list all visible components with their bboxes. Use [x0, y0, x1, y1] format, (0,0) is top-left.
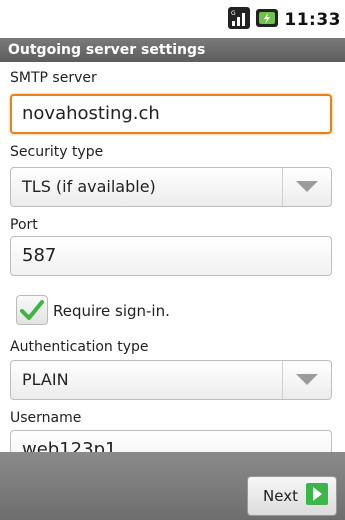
svg-text:G: G	[231, 10, 236, 17]
chevron-down-icon	[296, 181, 318, 192]
security-type-value: TLS (if available)	[22, 177, 156, 196]
checkmark-icon	[20, 300, 44, 320]
require-signin-label[interactable]: Require sign-in.	[53, 302, 170, 320]
smtp-server-input[interactable]: novahosting.ch	[10, 94, 332, 134]
security-type-label: Security type	[10, 144, 104, 160]
smtp-server-label: SMTP server	[10, 70, 97, 86]
next-icon	[306, 483, 328, 509]
security-type-dropdown[interactable]	[282, 168, 331, 206]
signal-icon: G	[228, 7, 251, 33]
status-bar: G 11:33	[0, 0, 345, 38]
status-icons: G 11:33	[228, 7, 341, 33]
authentication-type-value: PLAIN	[22, 370, 69, 389]
next-button[interactable]: Next	[247, 476, 337, 516]
settings-form[interactable]: SMTP server novahosting.ch Security type…	[0, 62, 345, 452]
authentication-type-label: Authentication type	[10, 339, 149, 355]
require-signin-checkbox[interactable]	[16, 295, 48, 325]
authentication-type-dropdown[interactable]	[282, 361, 331, 399]
username-input[interactable]: web123p1	[10, 430, 332, 452]
port-label: Port	[10, 217, 38, 233]
chevron-down-icon	[296, 374, 318, 385]
authentication-type-select[interactable]: PLAIN	[10, 360, 332, 400]
battery-icon	[256, 7, 279, 33]
clock: 11:33	[284, 10, 341, 30]
security-type-select[interactable]: TLS (if available)	[10, 167, 332, 207]
next-button-label: Next	[263, 487, 298, 505]
port-input[interactable]: 587	[10, 236, 332, 276]
username-label: Username	[10, 410, 82, 426]
page-title: Outgoing server settings	[0, 38, 345, 62]
